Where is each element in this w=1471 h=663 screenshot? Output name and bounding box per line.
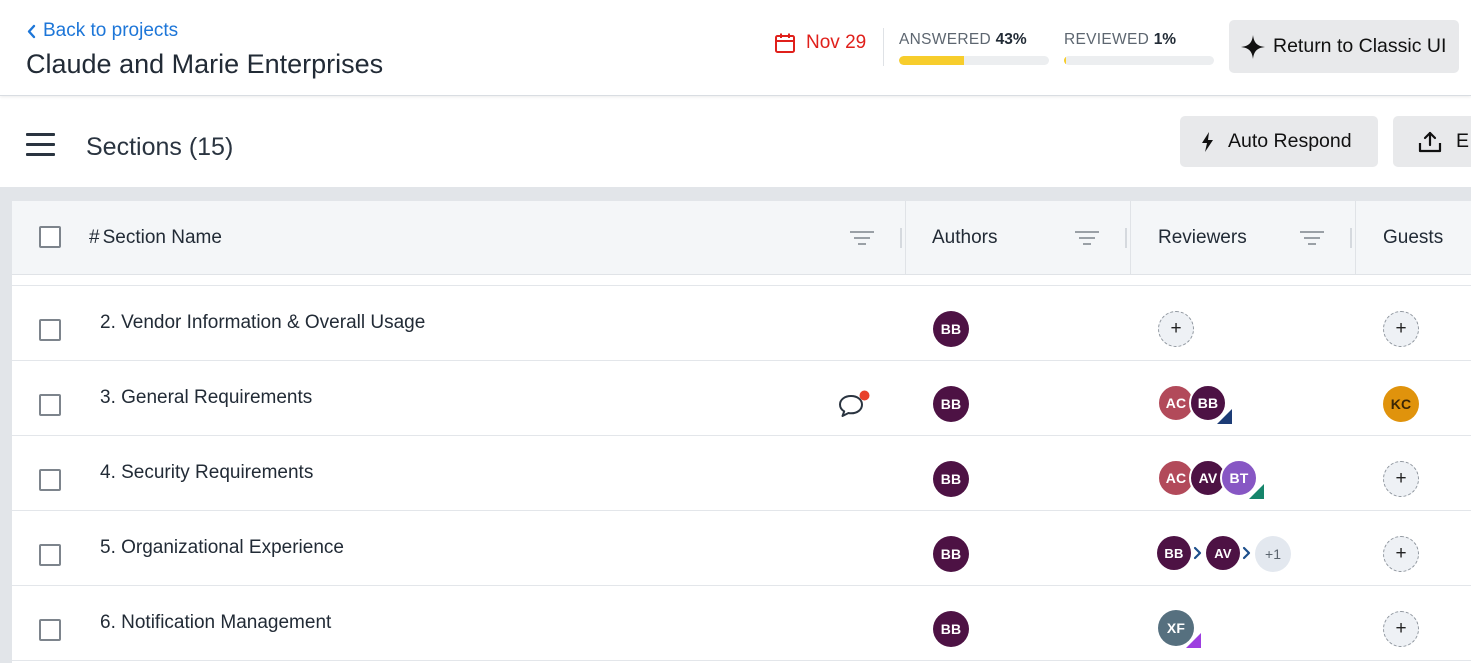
filter-icon[interactable] xyxy=(1075,228,1099,248)
project-header: Back to projects Claude and Marie Enterp… xyxy=(0,0,1471,96)
chevron-right-icon xyxy=(1242,546,1251,560)
filter-icon[interactable] xyxy=(1300,228,1324,248)
column-header-reviewers[interactable]: Reviewers xyxy=(1158,201,1247,274)
comment-icon[interactable] xyxy=(838,389,872,419)
project-title: Claude and Marie Enterprises xyxy=(26,49,384,79)
due-date: Nov 29 xyxy=(774,32,866,54)
plus-icon: + xyxy=(1395,468,1407,489)
role-corner-marker xyxy=(1186,633,1201,648)
section-name[interactable]: 2. Vendor Information & Overall Usage xyxy=(100,286,425,360)
section-name-label: Section Name xyxy=(102,226,222,248)
table-header: # Section Name Authors Reviewers Guests xyxy=(12,201,1471,275)
calendar-icon xyxy=(775,33,795,53)
header-divider xyxy=(883,28,884,66)
author-avatar[interactable]: BB xyxy=(933,386,969,422)
column-divider xyxy=(1130,201,1131,274)
reviewed-progress-bar xyxy=(1064,56,1214,65)
column-header-section-name[interactable]: # Section Name xyxy=(89,201,222,274)
plus-icon: + xyxy=(1170,318,1182,339)
add-guest-button[interactable]: + xyxy=(1383,311,1419,347)
answered-stat: ANSWERED 43% xyxy=(899,31,1027,49)
table-row[interactable]: 3. General Requirements BB AC BB KC xyxy=(12,361,1471,436)
select-all-checkbox[interactable] xyxy=(39,226,61,248)
column-divider xyxy=(1355,201,1356,274)
reviewed-percent: 1% xyxy=(1153,31,1177,48)
section-name[interactable]: 4. Security Requirements xyxy=(100,436,313,510)
plus-icon: + xyxy=(1395,543,1407,564)
reviewer-avatar[interactable]: BB xyxy=(1157,536,1191,570)
answered-percent: 43% xyxy=(995,31,1027,48)
reviewed-progress-fill xyxy=(1064,56,1067,65)
more-reviewers-badge[interactable]: +1 xyxy=(1255,536,1291,572)
role-corner-marker xyxy=(1217,409,1232,424)
section-name[interactable]: 3. General Requirements xyxy=(100,361,312,435)
plus-icon: + xyxy=(1395,618,1407,639)
column-divider xyxy=(905,201,906,274)
hamburger-menu-icon[interactable] xyxy=(26,132,56,158)
author-avatar[interactable]: BB xyxy=(933,536,969,572)
chevron-right-icon xyxy=(1193,546,1202,560)
sections-title: Sections (15) xyxy=(86,133,234,161)
upload-icon xyxy=(1418,131,1442,152)
answered-label: ANSWERED xyxy=(899,31,991,48)
add-reviewer-button[interactable]: + xyxy=(1158,311,1194,347)
export-label: E xyxy=(1456,130,1470,152)
due-date-text: Nov 29 xyxy=(806,32,867,53)
reviewed-label: REVIEWED xyxy=(1064,31,1150,48)
guest-avatar[interactable]: KC xyxy=(1383,386,1419,422)
auto-respond-button[interactable]: Auto Respond xyxy=(1180,116,1378,167)
row-checkbox[interactable] xyxy=(39,544,61,566)
table-row[interactable]: 5. Organizational Experience BB BB AV +1… xyxy=(12,511,1471,586)
return-to-classic-ui-button[interactable]: Return to Classic UI xyxy=(1229,20,1459,73)
column-resize-handle[interactable] xyxy=(1125,228,1127,248)
row-checkbox[interactable] xyxy=(39,469,61,491)
author-avatar[interactable]: BB xyxy=(933,461,969,497)
author-avatar[interactable]: BB xyxy=(933,311,969,347)
auto-respond-label: Auto Respond xyxy=(1228,130,1352,152)
row-checkbox[interactable] xyxy=(39,319,61,341)
add-guest-button[interactable]: + xyxy=(1383,536,1419,572)
sparkle-icon xyxy=(1241,34,1265,59)
reviewer-avatar[interactable]: AV xyxy=(1206,536,1240,570)
answered-progress-fill xyxy=(899,56,964,65)
filter-icon[interactable] xyxy=(850,228,874,248)
row-checkbox[interactable] xyxy=(39,394,61,416)
add-guest-button[interactable]: + xyxy=(1383,461,1419,497)
column-resize-handle[interactable] xyxy=(900,228,902,248)
chevron-left-icon xyxy=(27,24,36,38)
hash-label: # xyxy=(89,226,100,248)
back-link-label: Back to projects xyxy=(43,20,179,41)
answered-progress-bar xyxy=(899,56,1049,65)
section-name[interactable]: 6. Notification Management xyxy=(100,586,331,660)
column-resize-handle[interactable] xyxy=(1350,228,1352,248)
classic-button-label: Return to Classic UI xyxy=(1273,35,1447,57)
export-button[interactable]: E xyxy=(1393,116,1471,167)
reviewed-stat: REVIEWED 1% xyxy=(1064,31,1176,49)
sections-table: # Section Name Authors Reviewers Guests … xyxy=(12,201,1471,663)
author-avatar[interactable]: BB xyxy=(933,611,969,647)
plus-icon: + xyxy=(1395,318,1407,339)
row-checkbox[interactable] xyxy=(39,619,61,641)
table-row[interactable]: 6. Notification Management BB XF + xyxy=(12,586,1471,661)
add-guest-button[interactable]: + xyxy=(1383,611,1419,647)
role-corner-marker xyxy=(1249,484,1264,499)
lightning-bolt-icon xyxy=(1202,131,1213,152)
back-to-projects-link[interactable]: Back to projects xyxy=(26,20,178,42)
column-header-guests[interactable]: Guests xyxy=(1383,201,1443,274)
table-row[interactable]: 2. Vendor Information & Overall Usage BB… xyxy=(12,286,1471,361)
table-row[interactable]: 4. Security Requirements BB AC AV BT + xyxy=(12,436,1471,511)
column-header-authors[interactable]: Authors xyxy=(932,201,997,274)
section-name[interactable]: 5. Organizational Experience xyxy=(100,511,344,585)
